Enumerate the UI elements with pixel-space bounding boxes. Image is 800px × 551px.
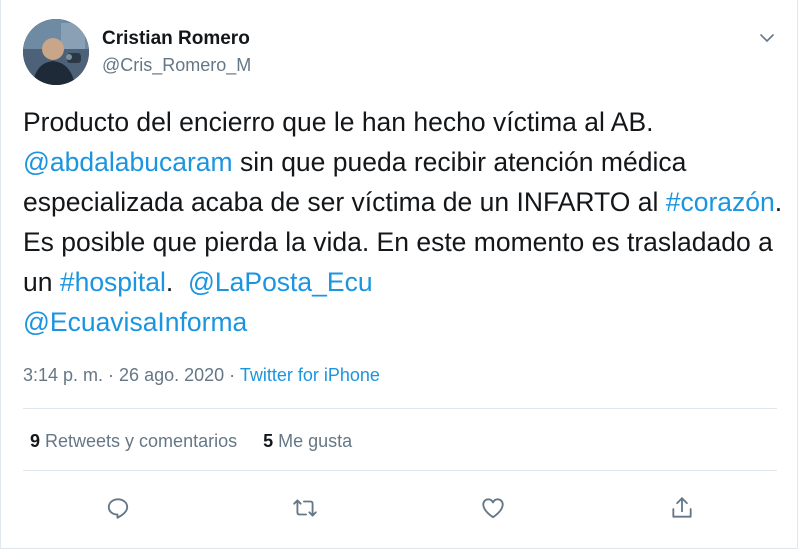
tweet-text-segment: Producto del encierro que le han hecho v…: [23, 107, 654, 137]
avatar[interactable]: [23, 19, 89, 85]
tweet-text-segment: .: [165, 267, 189, 297]
tweet-card: Cristian Romero @Cris_Romero_M Producto …: [0, 0, 798, 549]
mention-link[interactable]: @abdalabucaram: [23, 147, 233, 177]
meta-separator: ·: [103, 365, 120, 385]
reply-icon[interactable]: [100, 490, 136, 526]
heart-icon[interactable]: [475, 490, 511, 526]
user-handle[interactable]: @Cris_Romero_M: [102, 55, 251, 76]
tweet-meta: 3:14 p. m. · 26 ago. 2020 · Twitter for …: [23, 365, 380, 386]
display-name[interactable]: Cristian Romero: [102, 28, 250, 50]
retweet-icon[interactable]: [287, 490, 323, 526]
tweet-stats: 9 Retweets y comentarios 5 Me gusta: [30, 431, 352, 452]
divider: [23, 408, 777, 409]
tweet-time[interactable]: 3:14 p. m.: [23, 365, 103, 385]
retweets-stat[interactable]: 9 Retweets y comentarios: [30, 431, 237, 452]
chevron-down-icon[interactable]: [753, 24, 781, 52]
mention-link[interactable]: @EcuavisaInforma: [23, 307, 247, 337]
hashtag-link[interactable]: #corazón: [666, 187, 775, 217]
hashtag-link[interactable]: #hospital: [60, 267, 166, 297]
likes-label: Me gusta: [278, 431, 353, 451]
avatar-photo: [23, 19, 89, 85]
tweet-date[interactable]: 26 ago. 2020: [119, 365, 224, 385]
divider: [23, 470, 777, 471]
tweet-text: Producto del encierro que le han hecho v…: [23, 102, 793, 342]
likes-stat[interactable]: 5 Me gusta: [263, 431, 352, 452]
mention-link[interactable]: @LaPosta_Ecu: [188, 267, 373, 297]
retweets-label: Retweets y comentarios: [45, 431, 238, 451]
tweet-source-link[interactable]: Twitter for iPhone: [240, 365, 380, 385]
meta-separator: ·: [224, 365, 240, 385]
share-icon[interactable]: [664, 490, 700, 526]
likes-count: 5: [263, 431, 274, 451]
retweets-count: 9: [30, 431, 41, 451]
tweet-actions: [1, 490, 800, 530]
